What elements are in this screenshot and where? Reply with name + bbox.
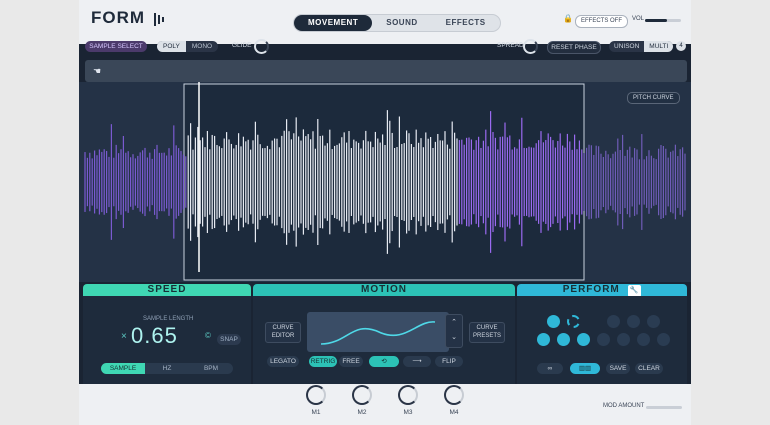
macro-m2[interactable]: M2 [351, 385, 373, 416]
copyright-icon: © [205, 331, 211, 340]
loop-icon[interactable]: ⟲ [369, 356, 399, 367]
waveform-scrub-bar[interactable] [85, 60, 687, 82]
mode-hz[interactable]: HZ [145, 363, 189, 374]
macro-knob[interactable] [444, 385, 464, 405]
multi-button[interactable]: MULTI [644, 41, 674, 52]
sine-curve [320, 321, 436, 345]
keyboard-icon[interactable]: ▥▥ [570, 363, 600, 374]
forward-arrow-icon[interactable]: ⟶ [403, 356, 431, 367]
macro-label: M4 [449, 409, 459, 416]
spread-knob[interactable] [523, 39, 538, 54]
perform-slot[interactable] [567, 315, 580, 328]
tab-effects[interactable]: EFFECTS [432, 15, 500, 31]
unison-button[interactable]: UNISON [609, 41, 644, 52]
control-strip: SAMPLE SELECT POLY MONO GLIDE SPREAD RES… [79, 36, 691, 56]
perform-slot[interactable] [537, 333, 550, 346]
retrig-button[interactable]: RETRIG [309, 356, 337, 367]
save-button[interactable]: SAVE [606, 363, 630, 374]
glide-knob[interactable] [254, 39, 269, 54]
snap-button[interactable]: SNAP [217, 334, 241, 345]
sample-length-label: SAMPLE LENGTH [143, 316, 194, 322]
perform-slot[interactable] [657, 333, 670, 346]
mod-amount-slider[interactable] [646, 406, 682, 409]
chevron-up-icon[interactable]: ⌃ [446, 315, 462, 330]
form-synth-window: FORM MOVEMENT SOUND EFFECTS 🔒 EFFECTS OF… [79, 0, 691, 425]
curve-editor-line1: CURVE [272, 325, 294, 331]
volume-fill [645, 19, 667, 22]
curve-scroll[interactable]: ⌃ ⌄ [445, 314, 463, 348]
perform-slot[interactable] [597, 333, 610, 346]
reset-phase-button[interactable]: RESET PHASE [547, 41, 601, 54]
sample-select-button[interactable]: SAMPLE SELECT [85, 41, 147, 52]
hand-cursor-icon: ☚ [93, 66, 102, 76]
speed-value[interactable]: 0.65 [131, 323, 178, 349]
poly-mono-toggle: POLY MONO [157, 41, 219, 52]
logo-text: FORM [91, 8, 146, 27]
tab-movement[interactable]: MOVEMENT [294, 15, 373, 31]
perform-slot[interactable] [647, 315, 660, 328]
legato-button[interactable]: LEGATO [267, 356, 299, 367]
perform-slot[interactable] [547, 315, 560, 328]
volume-slider[interactable] [645, 19, 681, 22]
footer [79, 384, 691, 425]
macro-label: M1 [311, 409, 321, 416]
macro-knob[interactable] [398, 385, 418, 405]
chevron-down-icon[interactable]: ⌄ [446, 330, 462, 345]
macro-label: M3 [403, 409, 413, 416]
macro-knob[interactable] [306, 385, 326, 405]
multiply-icon: × [121, 331, 127, 342]
unison-count[interactable]: 4 [676, 41, 686, 51]
waveform-graphic[interactable] [79, 82, 691, 282]
effects-off-button[interactable]: EFFECTS OFF [575, 15, 628, 28]
pitch-curve-button[interactable]: PITCH CURVE [627, 92, 680, 104]
perform-slot[interactable] [627, 315, 640, 328]
clear-button[interactable]: CLEAR [635, 363, 663, 374]
page-tabs: MOVEMENT SOUND EFFECTS [293, 14, 501, 32]
macro-m4[interactable]: M4 [443, 385, 465, 416]
logo: FORM [91, 8, 166, 29]
macro-m3[interactable]: M3 [397, 385, 419, 416]
glide-label: GLIDE [232, 42, 252, 49]
curve-presets-line1: CURVE [476, 325, 498, 331]
macro-label: M2 [357, 409, 367, 416]
perform-slot[interactable] [607, 315, 620, 328]
speed-mode-selector: SAMPLE HZ BPM [101, 363, 233, 374]
motion-curve-display[interactable] [307, 312, 449, 352]
perform-header: PERFORM 🔧 [517, 284, 687, 297]
spread-label: SPREAD [497, 42, 524, 49]
perform-slot[interactable] [577, 333, 590, 346]
link-button[interactable]: ∞ [537, 363, 563, 374]
poly-button[interactable]: POLY [157, 41, 186, 52]
mono-button[interactable]: MONO [186, 41, 218, 52]
mode-sample[interactable]: SAMPLE [101, 363, 145, 374]
curve-editor-line2: EDITOR [271, 333, 295, 339]
macro-knob[interactable] [352, 385, 372, 405]
tab-sound[interactable]: SOUND [372, 15, 431, 31]
macro-m1[interactable]: M1 [305, 385, 327, 416]
vol-label: VOL [632, 16, 645, 22]
perform-slot[interactable] [557, 333, 570, 346]
perform-slot[interactable] [617, 333, 630, 346]
perform-title: PERFORM [562, 284, 620, 295]
motion-title: MOTION [253, 284, 515, 296]
curve-presets-button[interactable]: CURVE PRESETS [469, 322, 505, 343]
flip-button[interactable]: FLIP [435, 356, 463, 367]
mode-bpm[interactable]: BPM [189, 363, 233, 374]
logo-bars-icon [153, 9, 166, 29]
curve-presets-line2: PRESETS [472, 333, 501, 339]
curve-editor-button[interactable]: CURVE EDITOR [265, 322, 301, 343]
speed-title: SPEED [83, 284, 251, 296]
unison-toggle: UNISON MULTI [609, 41, 674, 52]
mod-amount-label: MOD AMOUNT [603, 403, 645, 409]
lock-icon[interactable]: 🔒 [563, 14, 573, 23]
free-button[interactable]: FREE [339, 356, 363, 367]
perform-slot[interactable] [637, 333, 650, 346]
